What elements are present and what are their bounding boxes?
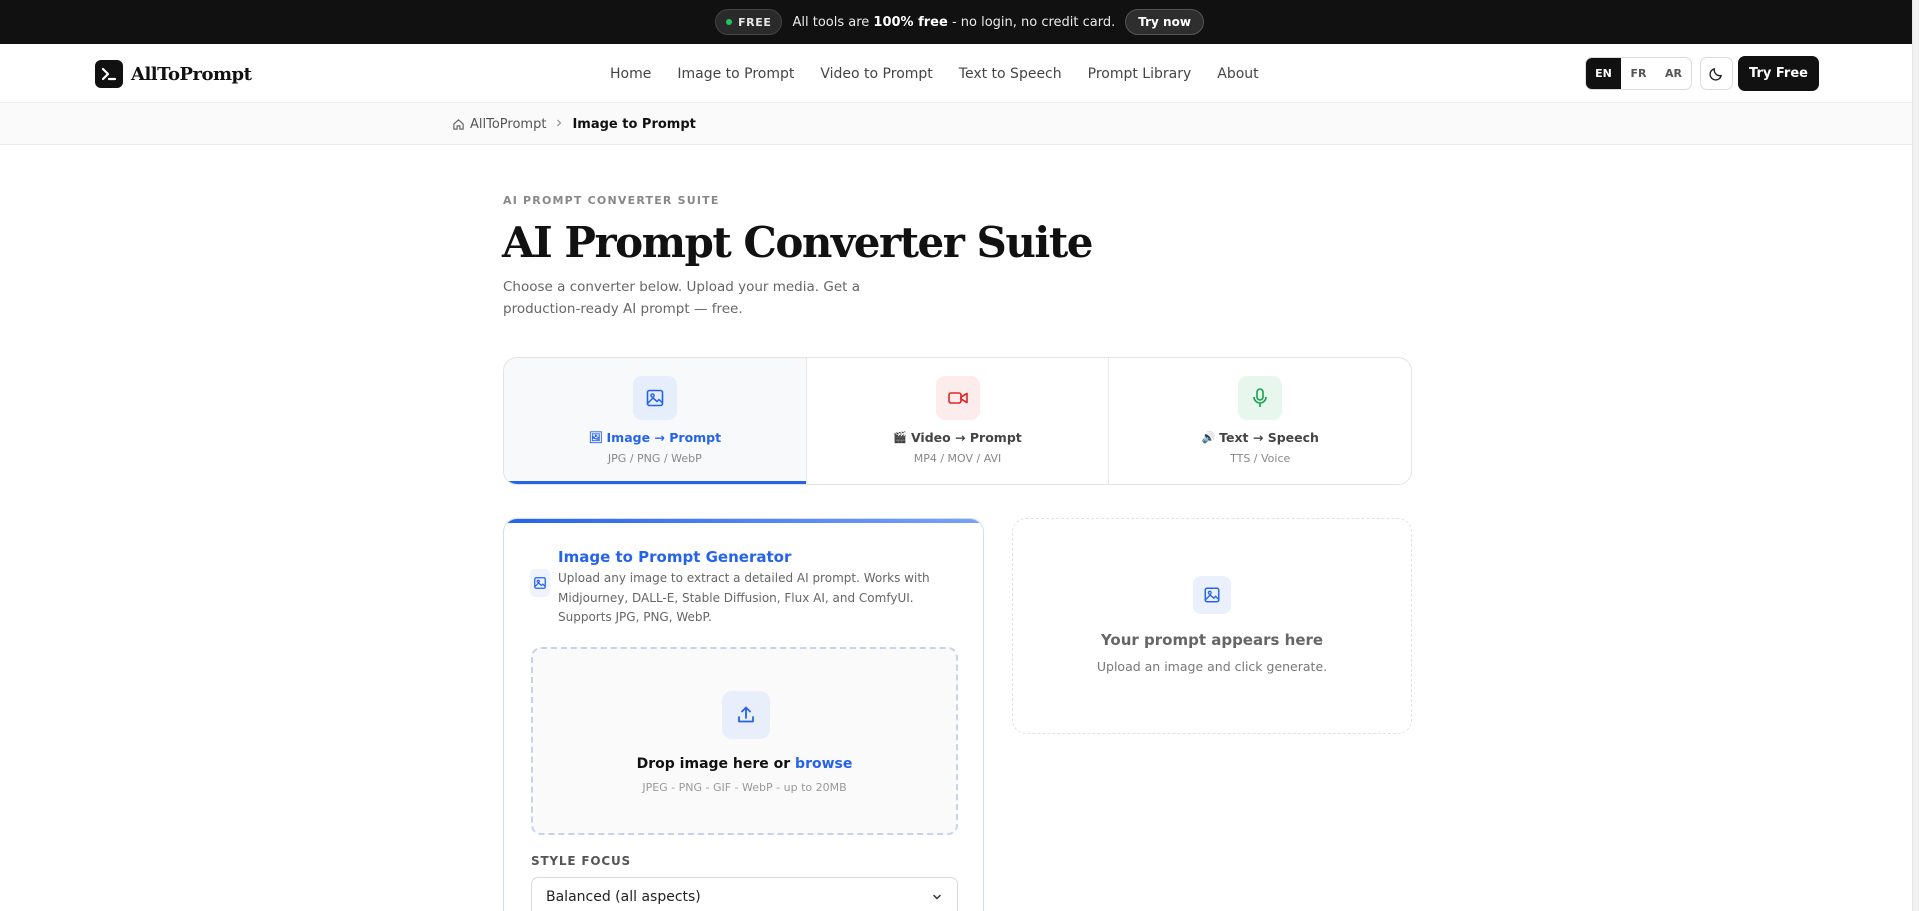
breadcrumb: AllToPrompt Image to Prompt [452, 103, 696, 145]
tab-video-to-prompt[interactable]: 🎬 Video → Prompt MP4 / MOV / AVI [807, 358, 1110, 484]
tab-text-to-speech[interactable]: 🔊 Text → Speech TTS / Voice [1109, 358, 1411, 484]
tab-image-label: 🖼 Image → Prompt [589, 430, 722, 445]
mic-icon [1238, 376, 1283, 420]
nav-text-to-speech[interactable]: Text to Speech [959, 66, 1062, 82]
tab-image-emoji: 🖼 [588, 431, 603, 444]
browse-link[interactable]: browse [795, 756, 852, 772]
main-nav: Home Image to Prompt Video to Prompt Tex… [610, 44, 1259, 103]
tab-video-text: Video → Prompt [910, 430, 1022, 445]
theme-toggle-button[interactable] [1700, 57, 1733, 90]
generator-description: Upload any image to extract a detailed A… [558, 571, 930, 624]
lang-ar[interactable]: AR [1656, 58, 1691, 89]
announcement-bar: FREE All tools are 100% free - no login,… [0, 0, 1919, 44]
card-accent-line [504, 519, 983, 523]
video-icon [935, 376, 980, 420]
nav-image-to-prompt[interactable]: Image to Prompt [677, 66, 794, 82]
free-badge-label: FREE [738, 15, 772, 29]
breadcrumb-bar: AllToPrompt Image to Prompt [0, 103, 1919, 145]
dropzone-formats: JPEG - PNG - GIF - WebP - up to 20MB [642, 781, 847, 794]
generator-card: Image to Prompt Generator Upload any ima… [503, 518, 984, 911]
terminal-icon [95, 60, 123, 88]
lang-fr[interactable]: FR [1621, 58, 1656, 89]
lang-en[interactable]: EN [1586, 58, 1621, 89]
announcement-prefix: All tools are [792, 14, 874, 30]
generator-title: Image to Prompt Generator [558, 548, 792, 566]
announcement-suffix: - no login, no credit card. [947, 14, 1116, 30]
try-now-button[interactable]: Try now [1125, 9, 1204, 35]
status-dot [726, 19, 733, 25]
dropzone-text: Drop image here or browse [533, 756, 956, 772]
logo[interactable]: AllToPrompt [95, 60, 252, 88]
announcement-bold: 100% free [873, 14, 948, 30]
tab-video-label: 🎬 Video → Prompt [893, 430, 1022, 445]
page-title: AI Prompt Converter Suite [502, 218, 1093, 267]
style-focus-select[interactable]: Balanced (all aspects) [531, 877, 958, 911]
breadcrumb-home-label: AllToPrompt [470, 116, 547, 132]
nav-prompt-library[interactable]: Prompt Library [1088, 66, 1192, 82]
image-dropzone[interactable]: Drop image here or browse JPEG - PNG - G… [531, 647, 958, 835]
nav-video-to-prompt[interactable]: Video to Prompt [820, 66, 932, 82]
dropzone-prompt: Drop image here or [636, 756, 796, 772]
tab-image-formats: JPG / PNG / WebP [607, 452, 702, 465]
tab-speech-text: Text → Speech [1219, 430, 1319, 445]
tab-speech-formats: TTS / Voice [1230, 452, 1291, 465]
output-placeholder-subtitle: Upload an image and click generate. [1096, 659, 1328, 674]
brand-name: AllToPrompt [131, 63, 252, 85]
chevron-right-icon [554, 117, 564, 132]
style-focus-label: STYLE FOCUS [531, 854, 631, 868]
image-icon [1193, 576, 1231, 614]
image-icon [632, 376, 677, 420]
page-subtitle: Choose a converter below. Upload your me… [503, 279, 860, 317]
tab-speech-label: 🔊 Text → Speech [1201, 430, 1318, 445]
home-icon [453, 118, 464, 130]
language-switcher: EN FR AR [1585, 57, 1692, 90]
moon-icon [1709, 68, 1722, 81]
chevron-down-icon [933, 894, 941, 900]
tab-speech-emoji: 🔊 [1201, 431, 1216, 444]
output-card: Your prompt appears here Upload an image… [1012, 518, 1412, 734]
free-badge: FREE [715, 9, 783, 35]
page-scrollbar[interactable] [1912, 0, 1919, 911]
tab-image-to-prompt[interactable]: 🖼 Image → Prompt JPG / PNG / WebP [504, 358, 807, 484]
tab-video-formats: MP4 / MOV / AVI [913, 452, 1002, 465]
style-focus-value: Balanced (all aspects) [546, 889, 701, 905]
converter-tabs: 🖼 Image → Prompt JPG / PNG / WebP 🎬 Video … [503, 357, 1412, 485]
image-icon [530, 569, 550, 597]
nav-about[interactable]: About [1217, 66, 1258, 82]
announcement-text: All tools are 100% free - no login, no c… [792, 15, 1115, 30]
site-header: AllToPrompt Home Image to Prompt Video t… [0, 44, 1919, 103]
eyebrow: AI PROMPT CONVERTER SUITE [503, 194, 720, 207]
try-free-button[interactable]: Try Free [1738, 56, 1819, 91]
output-placeholder-title: Your prompt appears here [1100, 631, 1324, 649]
breadcrumb-home[interactable]: AllToPrompt [452, 117, 546, 132]
upload-icon [722, 691, 770, 739]
nav-home[interactable]: Home [610, 66, 651, 82]
tab-video-emoji: 🎬 [893, 431, 907, 444]
tab-image-text: Image → Prompt [606, 430, 722, 445]
breadcrumb-current: Image to Prompt [572, 116, 696, 132]
